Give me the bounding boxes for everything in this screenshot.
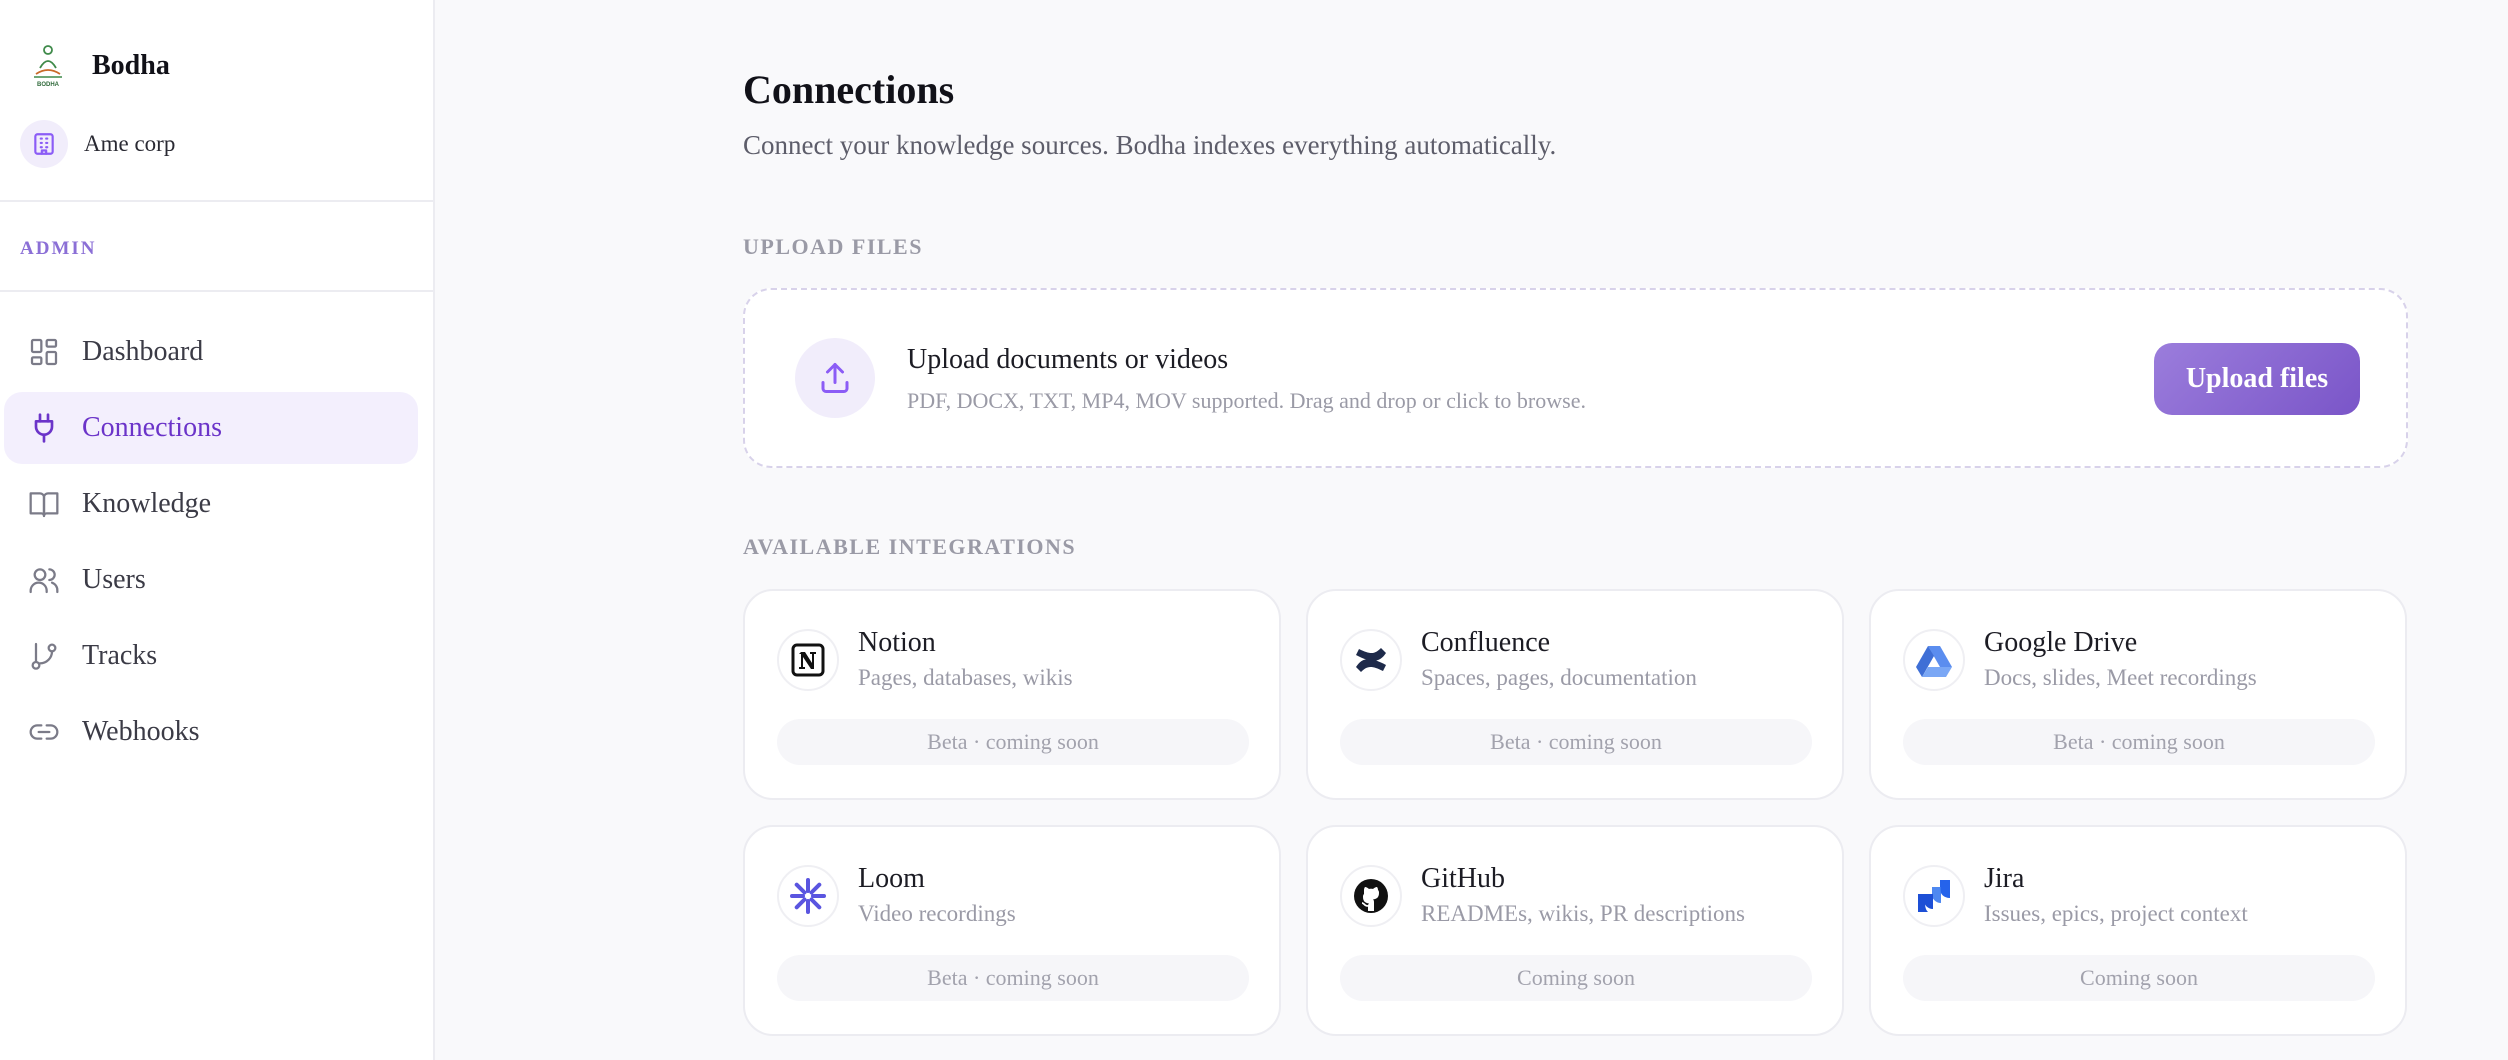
integration-description: Docs, slides, Meet recordings xyxy=(1984,665,2257,690)
sidebar-item-tracks[interactable]: Tracks xyxy=(4,620,418,692)
dashboard-icon xyxy=(30,338,58,366)
sidebar-nav: Dashboard Connections Knowledge Users Tr… xyxy=(4,316,418,772)
upload-section-label: UPLOAD FILES xyxy=(743,234,923,259)
sidebar-item-label: Users xyxy=(82,564,146,595)
users-icon xyxy=(29,568,59,594)
integration-name: GitHub xyxy=(1421,863,1505,894)
sidebar-item-connections[interactable]: Connections xyxy=(4,392,418,464)
upload-icon xyxy=(795,338,875,418)
integration-description: Spaces, pages, documentation xyxy=(1421,665,1697,690)
sidebar: BODHA Bodha Ame corp ADMIN Dashboard Con… xyxy=(0,0,435,1060)
notion-icon xyxy=(777,629,839,691)
sidebar-item-dashboard[interactable]: Dashboard xyxy=(4,316,418,388)
integration-status: Beta · coming soon xyxy=(777,955,1249,1001)
integration-status: Coming soon xyxy=(1340,955,1812,1001)
section-label-admin: ADMIN xyxy=(20,238,97,259)
loom-icon xyxy=(777,865,839,927)
integration-description: Issues, epics, project context xyxy=(1984,901,2248,926)
integration-status: Beta · coming soon xyxy=(777,719,1249,765)
integration-description: Pages, databases, wikis xyxy=(858,665,1073,690)
brand[interactable]: BODHA Bodha xyxy=(28,44,170,88)
link-icon xyxy=(29,724,59,740)
integration-card-loom[interactable]: Loom Video recordings Beta · coming soon xyxy=(743,825,1281,1036)
svg-text:BODHA: BODHA xyxy=(37,82,60,88)
sidebar-item-label: Webhooks xyxy=(82,716,200,747)
page-title: Connections xyxy=(743,67,955,112)
integration-card-google-drive[interactable]: Google Drive Docs, slides, Meet recordin… xyxy=(1869,589,2407,800)
jira-icon xyxy=(1903,865,1965,927)
org-switcher[interactable]: Ame corp xyxy=(20,120,175,168)
upload-description: PDF, DOCX, TXT, MP4, MOV supported. Drag… xyxy=(907,388,1586,413)
git-branch-icon xyxy=(31,642,57,670)
sidebar-item-label: Dashboard xyxy=(82,336,204,367)
integration-card-notion[interactable]: Notion Pages, databases, wikis Beta · co… xyxy=(743,589,1281,800)
integration-card-jira[interactable]: Jira Issues, epics, project context Comi… xyxy=(1869,825,2407,1036)
integration-description: Video recordings xyxy=(858,901,1016,926)
bodha-logo: BODHA xyxy=(34,45,62,88)
org-name: Ame corp xyxy=(84,131,176,156)
integration-name: Confluence xyxy=(1421,627,1551,658)
sidebar-item-knowledge[interactable]: Knowledge xyxy=(4,468,418,540)
integration-description: READMEs, wikis, PR descriptions xyxy=(1421,901,1745,926)
integration-card-github[interactable]: GitHub READMEs, wikis, PR descriptions C… xyxy=(1306,825,1844,1036)
sidebar-item-label: Connections xyxy=(82,412,222,443)
sidebar-divider xyxy=(0,200,435,202)
book-icon xyxy=(29,492,59,518)
sidebar-item-users[interactable]: Users xyxy=(4,544,418,616)
integration-name: Jira xyxy=(1984,863,2025,894)
upload-title: Upload documents or videos xyxy=(907,344,1229,375)
integration-status: Beta · coming soon xyxy=(1340,719,1812,765)
integration-status: Beta · coming soon xyxy=(1903,719,2375,765)
plug-icon xyxy=(34,413,54,443)
integration-name: Notion xyxy=(858,627,936,658)
upload-dropzone[interactable]: Upload documents or videos PDF, DOCX, TX… xyxy=(743,288,2408,468)
sidebar-divider xyxy=(0,290,435,292)
google-drive-icon xyxy=(1903,629,1965,691)
sidebar-item-webhooks[interactable]: Webhooks xyxy=(4,696,418,768)
integration-status: Coming soon xyxy=(1903,955,2375,1001)
github-icon xyxy=(1340,865,1402,927)
brand-name: Bodha xyxy=(92,50,170,81)
page-subtitle: Connect your knowledge sources. Bodha in… xyxy=(743,130,1557,160)
upload-files-button[interactable]: Upload files xyxy=(2154,343,2360,415)
sidebar-item-label: Tracks xyxy=(82,640,158,671)
confluence-icon xyxy=(1340,629,1402,691)
integrations-section-label: AVAILABLE INTEGRATIONS xyxy=(743,534,1077,559)
sidebar-item-label: Knowledge xyxy=(82,488,212,519)
integration-card-confluence[interactable]: Confluence Spaces, pages, documentation … xyxy=(1306,589,1844,800)
building-icon xyxy=(20,120,68,168)
integration-name: Loom xyxy=(858,863,925,894)
integration-name: Google Drive xyxy=(1984,627,2138,658)
